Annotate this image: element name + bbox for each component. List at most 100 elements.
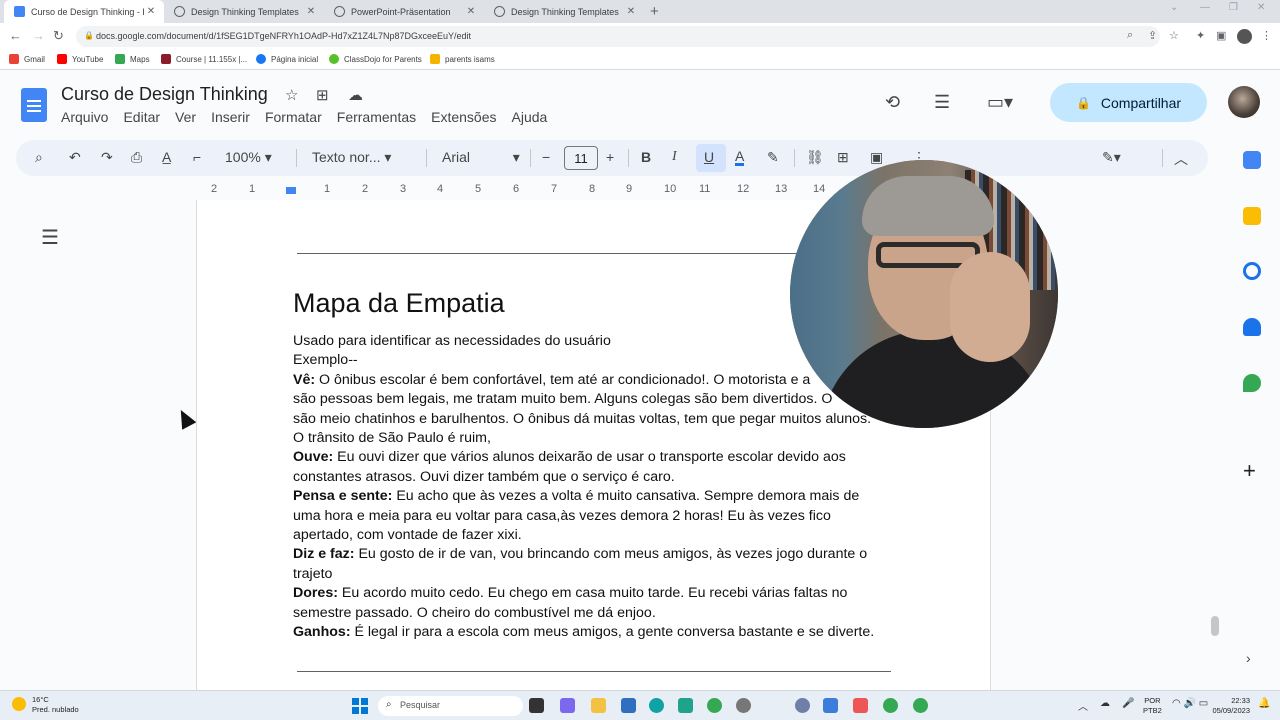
teams-icon[interactable] <box>560 698 575 713</box>
wifi-icon[interactable]: ◠ 🔊 ▭ <box>1172 698 1208 709</box>
chrome-profile-icon[interactable] <box>913 698 928 713</box>
account-avatar[interactable] <box>1228 86 1260 118</box>
taskbar-search[interactable]: ⌕ Pesquisar <box>378 696 523 716</box>
redo-icon[interactable]: ↷ <box>101 149 113 166</box>
menu-ajuda[interactable]: Ajuda <box>512 109 548 125</box>
bookmark-parents-isams[interactable]: parents isams <box>430 54 495 64</box>
star-icon[interactable]: ☆ <box>1169 29 1179 42</box>
settings-icon[interactable] <box>736 698 751 713</box>
close-icon[interactable]: ✕ <box>624 6 638 17</box>
highlight-icon[interactable]: ✎ <box>767 149 779 166</box>
language-indicator[interactable]: POR PTB2 <box>1143 696 1162 716</box>
chrome-icon[interactable] <box>707 698 722 713</box>
edge-icon[interactable] <box>649 698 664 713</box>
notifications-icon[interactable]: 🔔 <box>1258 698 1270 709</box>
cloud-status-icon[interactable]: ☁ <box>348 86 363 104</box>
outline-list-icon[interactable]: ☰ <box>41 225 59 250</box>
reload-button[interactable]: ↻ <box>53 28 64 44</box>
menu-inserir[interactable]: Inserir <box>211 109 250 125</box>
share-icon[interactable]: ⇪ <box>1148 29 1157 42</box>
comments-icon[interactable]: ☰ <box>934 92 950 113</box>
close-icon[interactable]: ✕ <box>144 6 158 17</box>
star-icon[interactable]: ☆ <box>285 86 298 104</box>
more-icon[interactable]: ⋮ <box>1261 29 1272 42</box>
forward-button[interactable]: → <box>32 28 45 43</box>
underline-icon[interactable]: U <box>704 149 714 165</box>
close-icon[interactable]: ✕ <box>464 6 478 17</box>
docs-logo-icon[interactable] <box>21 88 47 122</box>
bookmark-course[interactable]: Course | 11.155x |... <box>161 54 247 64</box>
microphone-icon[interactable]: 🎤 <box>1122 698 1134 709</box>
search-menus-icon[interactable]: ⌕ <box>35 149 43 166</box>
tasks-icon[interactable] <box>1243 262 1261 280</box>
style-select[interactable]: Texto nor... ▾ <box>312 149 391 166</box>
menu-formatar[interactable]: Formatar <box>265 109 322 125</box>
tab-design-thinking-2[interactable]: Design Thinking Templates ✕ <box>484 0 644 23</box>
file-explorer-icon[interactable] <box>591 698 606 713</box>
keep-icon[interactable] <box>1243 207 1261 225</box>
maps-icon[interactable] <box>1243 374 1261 392</box>
bold-icon[interactable]: B <box>641 149 651 165</box>
tab-powerpoint[interactable]: PowerPoint-Präsentation ✕ <box>324 0 484 23</box>
italic-icon[interactable]: I <box>672 149 677 165</box>
maximize-button[interactable]: ❐ <box>1229 2 1238 13</box>
paint-format-icon[interactable]: ⌐ <box>193 149 201 165</box>
start-button-icon[interactable] <box>352 698 368 714</box>
close-icon[interactable]: ✕ <box>304 6 318 17</box>
zoom-icon[interactable]: ⌕ <box>1127 29 1133 42</box>
indent-marker[interactable] <box>286 187 296 194</box>
bookmark-pagina-inicial[interactable]: Página inicial <box>256 54 318 64</box>
extensions-icon[interactable]: ✦ <box>1196 29 1205 42</box>
meet-icon[interactable]: ▭▾ <box>987 92 1013 113</box>
share-button[interactable]: 🔒 Compartilhar <box>1050 83 1207 122</box>
profile-avatar[interactable] <box>1237 29 1252 44</box>
tab-design-thinking-1[interactable]: Design Thinking Templates ✕ <box>164 0 324 23</box>
new-tab-button[interactable]: + <box>650 3 659 20</box>
clock[interactable]: 22:33 05/09/2023 <box>1210 696 1250 716</box>
editing-mode-icon[interactable]: ✎▾ <box>1102 149 1121 166</box>
decrease-font-size-button[interactable]: − <box>542 149 550 165</box>
scrollbar-thumb[interactable] <box>1211 616 1219 636</box>
url-field[interactable]: 🔒 docs.google.com/document/d/1fSEG1DTgeN… <box>76 26 1160 47</box>
weather-tray-icon[interactable]: ☁ <box>1100 698 1110 709</box>
bookmark-gmail[interactable]: Gmail <box>9 54 45 64</box>
r-app-icon[interactable] <box>795 698 810 713</box>
text-color-icon[interactable]: A <box>735 149 745 166</box>
zoom-select[interactable]: 100% ▾ <box>225 149 272 166</box>
app-icon[interactable] <box>823 698 838 713</box>
store-icon[interactable] <box>621 698 636 713</box>
font-select[interactable]: Arial ▾ <box>442 149 520 166</box>
chevron-up-icon[interactable]: ︿ <box>1078 698 1088 713</box>
bookmark-classdojo[interactable]: ClassDojo for Parents <box>329 54 422 64</box>
close-window-button[interactable]: ✕ <box>1257 2 1265 13</box>
weather-widget[interactable]: 16°C Pred. nublado <box>12 695 79 715</box>
chevron-up-icon[interactable]: ︿ <box>1174 149 1188 169</box>
font-size-input[interactable]: 11 <box>564 146 598 170</box>
calendar-icon[interactable] <box>1243 151 1261 169</box>
sidepanel-icon[interactable]: ▣ <box>1216 29 1226 42</box>
chevron-down-icon[interactable]: ⌄ <box>1170 2 1178 13</box>
add-addon-icon[interactable]: + <box>1243 458 1256 484</box>
chrome-profile-icon[interactable] <box>883 698 898 713</box>
menu-extensoes[interactable]: Extensões <box>431 109 496 125</box>
menu-ferramentas[interactable]: Ferramentas <box>337 109 416 125</box>
document-title[interactable]: Curso de Design Thinking <box>61 84 268 105</box>
chevron-right-icon[interactable]: › <box>1246 650 1251 666</box>
history-icon[interactable]: ⟲ <box>885 92 900 113</box>
tab-docs[interactable]: Curso de Design Thinking - Doc ✕ <box>4 0 164 23</box>
back-button[interactable]: ← <box>9 28 22 43</box>
menu-ver[interactable]: Ver <box>175 109 196 125</box>
print-icon[interactable]: ⎙ <box>131 149 142 166</box>
menu-editar[interactable]: Editar <box>123 109 160 125</box>
move-folder-icon[interactable]: ⊞ <box>316 86 329 104</box>
bookmark-youtube[interactable]: YouTube <box>57 54 103 64</box>
task-view-icon[interactable] <box>529 698 544 713</box>
menu-arquivo[interactable]: Arquivo <box>61 109 108 125</box>
arduino-icon[interactable] <box>678 698 693 713</box>
bookmark-maps[interactable]: Maps <box>115 54 150 64</box>
increase-font-size-button[interactable]: + <box>606 149 614 165</box>
contacts-icon[interactable] <box>1243 318 1261 336</box>
spellcheck-icon[interactable]: A̲ <box>162 149 171 165</box>
undo-icon[interactable]: ↶ <box>69 149 81 166</box>
minimize-button[interactable]: — <box>1200 2 1210 13</box>
